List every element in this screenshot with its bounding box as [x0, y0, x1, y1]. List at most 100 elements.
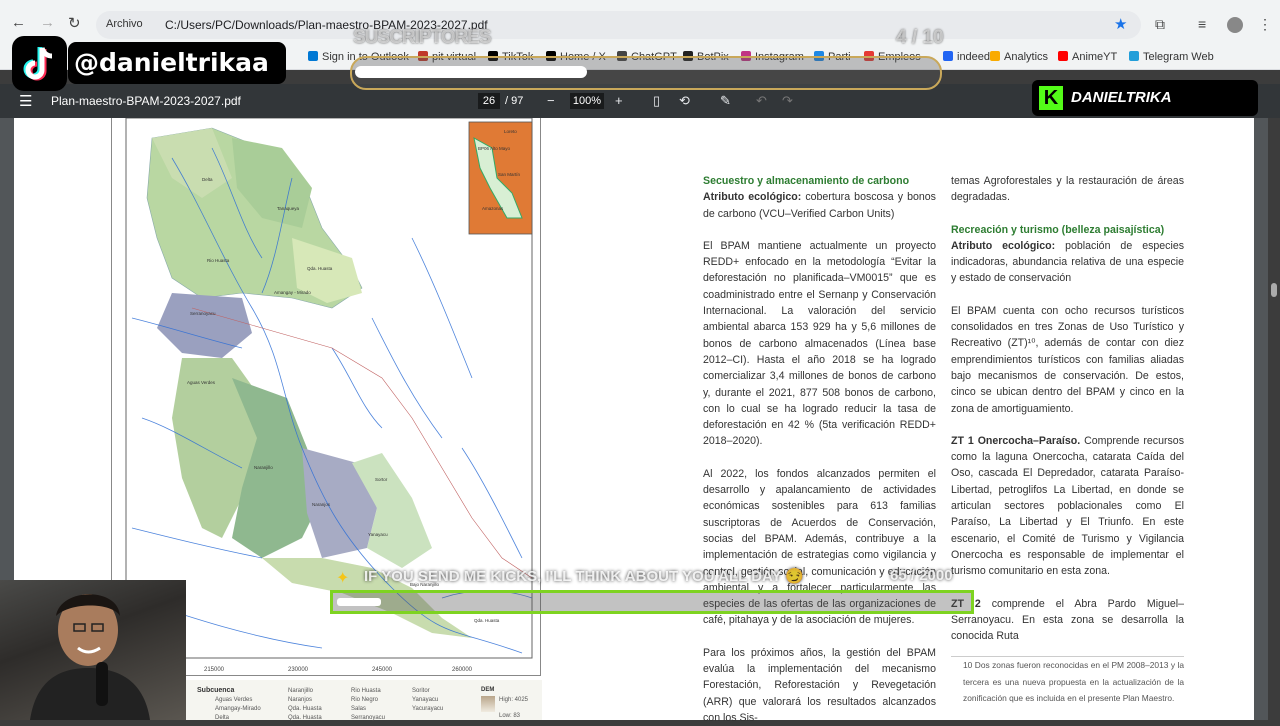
- legend-item-1: Amangay-Mirado: [215, 706, 261, 712]
- bookmark-label: Telegram Web: [1143, 51, 1214, 63]
- kicks-goal-fill: [337, 598, 381, 606]
- subbasin-label-9: Sortor: [375, 477, 388, 482]
- paragraph-zt1: ZT 1 Onercocha–Paraíso. Comprende recurs…: [951, 433, 1184, 580]
- forward-arrow-icon[interactable]: →: [40, 14, 55, 31]
- page-total: / 97: [505, 95, 524, 107]
- x-tick-1: 215000: [204, 667, 225, 673]
- attr-carbon: Atributo ecológico: cobertura boscosa y …: [703, 189, 936, 222]
- heading-recreation: Recreación y turismo (belleza paisajísti…: [951, 223, 1165, 236]
- rotate-icon[interactable]: ⟲: [679, 93, 690, 109]
- legend-item-5: Qda. Huasta: [288, 706, 322, 712]
- page-number-input[interactable]: 26: [478, 93, 500, 109]
- inset-label-loreto: Loreto: [504, 129, 517, 134]
- legend-dem-title: DEM: [481, 687, 495, 693]
- zoom-input[interactable]: 100%: [570, 93, 604, 109]
- legend-item-12: Yanayacu: [412, 697, 439, 703]
- menu-icon[interactable]: ☰: [19, 92, 32, 110]
- zt2-text: comprende el Abra Pardo Miguel–Serranoya…: [951, 597, 1184, 643]
- bookmark-item[interactable]: AnimeYT: [1058, 51, 1117, 63]
- legend-item-6: Qda. Huasta: [288, 715, 322, 721]
- sparkle-icon: ✦: [336, 570, 350, 587]
- pdf-title: Plan-maestro-BPAM-2023-2027.pdf: [51, 94, 241, 108]
- bookmark-item[interactable]: Telegram Web: [1129, 51, 1214, 63]
- bookmark-favicon-icon: [1129, 51, 1139, 61]
- paragraph-zt2: ZT 2 comprende el Abra Pardo Miguel–Serr…: [951, 596, 1184, 645]
- heading-carbon: Secuestro y almacenamiento de carbono: [703, 175, 910, 187]
- bookmark-label: indeed: [957, 51, 991, 63]
- zoom-in-icon[interactable]: +: [615, 93, 623, 108]
- subbasin-label-0: Delta: [202, 177, 213, 182]
- bookmark-item[interactable]: Analytics: [990, 51, 1048, 63]
- legend-item-0: Aguas Verdes: [215, 697, 253, 703]
- tiktok-logo: [12, 36, 67, 91]
- bookmark-favicon-icon: [990, 51, 1000, 61]
- bookmark-star-icon[interactable]: ★: [1114, 15, 1127, 33]
- legend-dem-low: Low: 83: [499, 713, 521, 719]
- kebab-menu-icon[interactable]: ⋮: [1258, 16, 1272, 33]
- subbasin-label-2: Rio Huasta: [207, 258, 230, 263]
- footnote: 10 Dos zonas fueron reconocidas en el PM…: [951, 656, 1184, 706]
- text-column-1: Secuestro y almacenamiento de carbono At…: [703, 173, 936, 726]
- subbasin-label-6: Aguas Verdes: [187, 380, 216, 385]
- attr-label-2: Atributo ecológico:: [951, 239, 1056, 252]
- scrollbar-thumb[interactable]: [1271, 283, 1277, 297]
- bookmark-favicon-icon: [1058, 51, 1068, 61]
- inset-label-sanmartin: San Martín: [498, 172, 521, 177]
- tiktok-handle: @danieltrikaa: [68, 42, 286, 84]
- reload-icon[interactable]: ↻: [68, 14, 81, 32]
- inset-label-amazonas: Amazonas: [482, 206, 504, 211]
- x-tick-4: 260000: [452, 667, 473, 673]
- extensions-icon[interactable]: ⧉: [1155, 16, 1165, 33]
- subbasin-label-1: Tanaqueya: [277, 206, 300, 211]
- kick-logo-icon: K: [1039, 86, 1063, 110]
- annotate-icon[interactable]: ✎: [720, 93, 731, 109]
- subbasin-label-7: Naranjillo: [254, 465, 273, 470]
- subbasin-label-3: Qda. Huasta: [307, 266, 333, 271]
- legend-title: Subcuenca: [197, 687, 235, 694]
- legend-item-2: Delta: [215, 715, 230, 721]
- paragraph-redd: El BPAM mantiene actualmente un proyecto…: [703, 239, 936, 448]
- legend-item-13: Yacurayacu: [412, 706, 444, 712]
- paragraph-continued: temas Agroforestales y la restauración d…: [951, 175, 1184, 204]
- profile-avatar[interactable]: [1227, 17, 1243, 33]
- bookmark-label: AnimeYT: [1072, 51, 1118, 63]
- subbasin-label-4: Amangay - Mirado: [274, 290, 311, 295]
- paragraph-tourism: El BPAM cuenta con ocho recursos turísti…: [951, 304, 1184, 415]
- legend-item-7: Rio Huasta: [351, 688, 381, 694]
- fit-page-icon[interactable]: ▯: [653, 93, 660, 109]
- bookmark-favicon-icon: [308, 51, 318, 61]
- media-icon[interactable]: ≡: [1198, 16, 1206, 32]
- subscriber-goal-label: SUSCRIPTORES: [353, 27, 492, 48]
- subbasin-label-10: Yanayacu: [368, 532, 388, 537]
- kicks-goal-count: 65 / 2000: [890, 567, 953, 584]
- zt1-label: ZT 1 Onercocha–Paraíso.: [951, 434, 1081, 447]
- streamer-silhouette: [30, 594, 150, 720]
- paragraph-arr: Para los próximos años, la gestión del B…: [703, 646, 936, 724]
- webcam-feed: [0, 580, 186, 720]
- kicks-goal-bar: [330, 590, 974, 614]
- legend-item-9: Salas: [351, 706, 367, 712]
- zoom-out-icon[interactable]: −: [547, 93, 555, 108]
- map-legend: Subcuenca Aguas Verdes Amangay-Mirado De…: [186, 680, 542, 721]
- legend-item-10: Serranoyacu: [351, 715, 386, 721]
- legend-item-8: Rio Negro: [351, 697, 379, 703]
- tiktok-note-icon: [23, 47, 53, 81]
- text-column-2: temas Agroforestales y la restauración d…: [951, 173, 1184, 706]
- site-info-label[interactable]: Archivo: [106, 18, 143, 30]
- legend-item-11: Soritor: [412, 688, 430, 694]
- bookmark-favicon-icon: [943, 51, 953, 61]
- zt1-text: Comprende recursos como la laguna Onerco…: [951, 434, 1184, 578]
- bookmark-item[interactable]: indeed: [943, 51, 990, 63]
- subbasin-label-12: Qda. Huasta: [474, 618, 500, 623]
- subscriber-goal-fill: [355, 66, 587, 78]
- scrollbar[interactable]: [1268, 118, 1280, 720]
- subbasin-label-5: Serranoyacu: [190, 311, 216, 316]
- redo-icon[interactable]: ↷: [782, 93, 793, 109]
- attr-recreation: Atributo ecológico: población de especie…: [951, 238, 1184, 287]
- undo-icon[interactable]: ↶: [756, 93, 767, 109]
- bookmark-label: Analytics: [1004, 51, 1049, 63]
- x-tick-3: 245000: [372, 667, 393, 673]
- subbasin-label-8: Naranjos: [312, 502, 331, 507]
- attr-label: Atributo ecológico:: [703, 191, 802, 204]
- back-arrow-icon[interactable]: ←: [11, 14, 26, 31]
